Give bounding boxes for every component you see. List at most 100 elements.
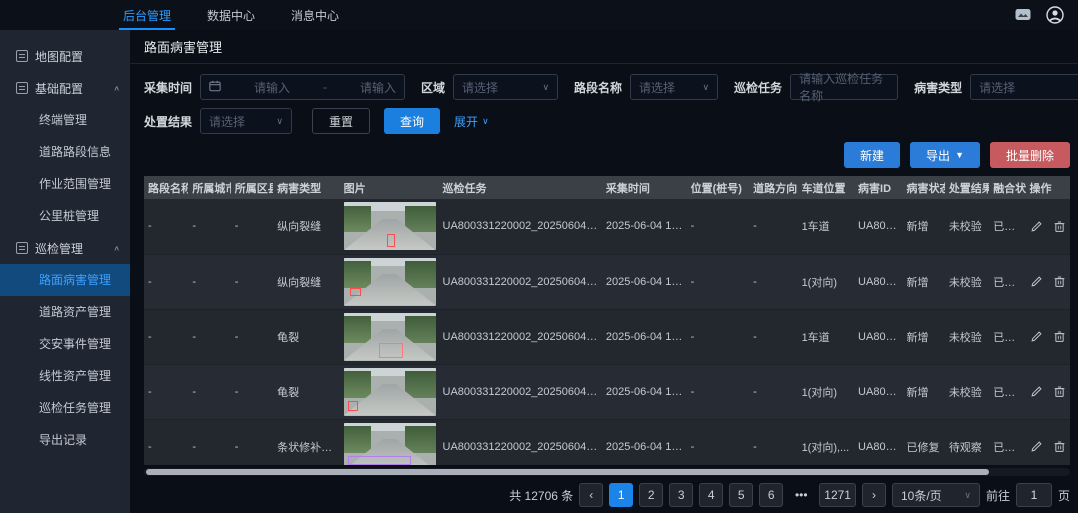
sidebar-subitem[interactable]: 公里桩管理 bbox=[0, 200, 130, 232]
delete-icon[interactable] bbox=[1053, 385, 1066, 398]
date-range-input[interactable]: 请输入-请输入 bbox=[200, 74, 405, 100]
edit-icon[interactable] bbox=[1030, 220, 1043, 233]
cell-result: 未校验 bbox=[945, 254, 989, 309]
page-button[interactable]: 1271 bbox=[819, 483, 856, 507]
delete-icon[interactable] bbox=[1053, 275, 1066, 288]
cell-fusion: 已融合 bbox=[989, 364, 1025, 419]
edit-icon[interactable] bbox=[1030, 385, 1043, 398]
divider bbox=[130, 63, 1078, 64]
page-button[interactable]: 6 bbox=[759, 483, 783, 507]
delete-icon[interactable] bbox=[1053, 440, 1066, 453]
search-button[interactable]: 查询 bbox=[384, 108, 440, 134]
page-button[interactable]: 2 bbox=[639, 483, 663, 507]
prev-page-button[interactable]: ‹ bbox=[579, 483, 603, 507]
page-title: 路面病害管理 bbox=[144, 36, 1070, 60]
page-button[interactable]: 4 bbox=[699, 483, 723, 507]
photo-treer bbox=[405, 206, 435, 232]
table-row[interactable]: ---纵向裂缝UA800331220002_202506041338520592… bbox=[144, 254, 1070, 309]
cell-type: 龟裂 bbox=[273, 309, 340, 364]
delete-icon[interactable] bbox=[1053, 330, 1066, 343]
monitor-icon[interactable] bbox=[1014, 7, 1032, 23]
next-page-button[interactable]: › bbox=[862, 483, 886, 507]
user-avatar-icon[interactable] bbox=[1046, 6, 1064, 24]
column-header: 路段名称 bbox=[144, 176, 188, 199]
table-actions: 新建 导出 ▼ 批量删除 bbox=[144, 142, 1070, 168]
sidebar-item[interactable]: 地图配置 bbox=[0, 40, 130, 72]
cell-result: 未校验 bbox=[945, 364, 989, 419]
cell-county: - bbox=[231, 199, 273, 254]
select-placeholder: 请选择 bbox=[979, 79, 1015, 96]
photo-treel bbox=[344, 316, 372, 342]
horizontal-scrollbar[interactable] bbox=[144, 468, 1070, 476]
cell-stake: - bbox=[687, 199, 750, 254]
topbar-tab[interactable]: 后台管理 bbox=[105, 0, 189, 30]
table-row[interactable]: ---纵向裂缝UA800331220002_202506041338520592… bbox=[144, 199, 1070, 254]
cell-lane: 1(对向),... bbox=[798, 419, 854, 465]
topbar-tab[interactable]: 数据中心 bbox=[189, 0, 273, 30]
sidebar-subitem[interactable]: 线性资产管理 bbox=[0, 360, 130, 392]
sidebar-subitem[interactable]: 终端管理 bbox=[0, 104, 130, 136]
edit-icon[interactable] bbox=[1030, 330, 1043, 343]
sidebar-subitem[interactable]: 道路路段信息 bbox=[0, 136, 130, 168]
cell-fusion: 已融合 bbox=[989, 199, 1025, 254]
table-row[interactable]: ---龟裂UA800331220002_20250604133852059202… bbox=[144, 364, 1070, 419]
sidebar-item[interactable]: 巡检管理∧ bbox=[0, 232, 130, 264]
chevron-down-icon: ▼ bbox=[955, 150, 964, 160]
create-button[interactable]: 新建 bbox=[844, 142, 900, 168]
road-photo-thumbnail[interactable] bbox=[344, 368, 436, 416]
cell-status: 新增 bbox=[902, 254, 944, 309]
date-start-placeholder: 请输入 bbox=[254, 79, 290, 96]
reset-button[interactable]: 重置 bbox=[312, 108, 370, 134]
road-photo-thumbnail[interactable] bbox=[344, 202, 436, 250]
edit-icon[interactable] bbox=[1030, 275, 1043, 288]
result-select[interactable]: 请选择 ∨ bbox=[200, 108, 292, 134]
sidebar-item-label: 巡检管理 bbox=[35, 240, 113, 257]
disease-table: 路段名称所属城市所属区县病害类型图片巡检任务采集时间位置(桩号)道路方向车道位置… bbox=[144, 176, 1070, 465]
expand-label: 展开 bbox=[454, 113, 478, 130]
disease-type-select[interactable]: 请选择∨ bbox=[970, 74, 1078, 100]
export-button[interactable]: 导出 ▼ bbox=[910, 142, 980, 168]
region-select[interactable]: 请选择∨ bbox=[453, 74, 558, 100]
batch-delete-button[interactable]: 批量删除 bbox=[990, 142, 1070, 168]
sidebar-subitem[interactable]: 交安事件管理 bbox=[0, 328, 130, 360]
detection-box bbox=[350, 288, 361, 296]
table-row[interactable]: ---条状修补(沥青)UA800331220002_20250604133852… bbox=[144, 419, 1070, 465]
sidebar-subitem[interactable]: 导出记录 bbox=[0, 424, 130, 456]
page-size-select[interactable]: 10条/页∨ bbox=[892, 483, 980, 507]
sidebar-subitem[interactable]: 路面病害管理 bbox=[0, 264, 130, 296]
road-photo-thumbnail[interactable] bbox=[344, 313, 436, 361]
inspection-icon bbox=[16, 242, 28, 254]
table-row[interactable]: ---龟裂UA800331220002_20250604133852059202… bbox=[144, 309, 1070, 364]
cell-county: - bbox=[231, 309, 273, 364]
sidebar-subitem[interactable]: 巡检任务管理 bbox=[0, 392, 130, 424]
expand-link[interactable]: 展开 ∨ bbox=[454, 113, 489, 130]
edit-icon[interactable] bbox=[1030, 440, 1043, 453]
sidebar-subitem[interactable]: 道路资产管理 bbox=[0, 296, 130, 328]
cell-road: - bbox=[144, 309, 188, 364]
filter-label: 病害类型 bbox=[914, 79, 962, 96]
delete-icon[interactable] bbox=[1053, 220, 1066, 233]
scrollbar-thumb[interactable] bbox=[146, 469, 989, 475]
cell-task: UA800331220002_20250604133852059 bbox=[439, 254, 602, 309]
cell-ops bbox=[1026, 364, 1071, 419]
sidebar-item[interactable]: 基础配置∧ bbox=[0, 72, 130, 104]
chevron-up-icon: ∧ bbox=[113, 244, 120, 253]
task-input[interactable]: 请输入巡检任务名称 bbox=[790, 74, 898, 100]
road-photo-thumbnail[interactable] bbox=[344, 258, 436, 306]
page-button[interactable]: 5 bbox=[729, 483, 753, 507]
cell-type: 龟裂 bbox=[273, 364, 340, 419]
goto-page-input[interactable] bbox=[1016, 483, 1052, 507]
topbar-tab[interactable]: 消息中心 bbox=[273, 0, 357, 30]
goto-suffix: 页 bbox=[1058, 487, 1070, 504]
sidebar-subitem[interactable]: 作业范围管理 bbox=[0, 168, 130, 200]
cell-fusion: 已融合 bbox=[989, 254, 1025, 309]
cell-direction: - bbox=[749, 419, 797, 465]
select-placeholder: 请选择 bbox=[639, 79, 675, 96]
road-photo-thumbnail[interactable] bbox=[344, 423, 436, 466]
row-operations bbox=[1030, 220, 1067, 233]
photo-treel bbox=[344, 371, 372, 397]
page-button[interactable]: 1 bbox=[609, 483, 633, 507]
road-name-select[interactable]: 请选择∨ bbox=[630, 74, 718, 100]
page-button[interactable]: 3 bbox=[669, 483, 693, 507]
calendar-icon bbox=[209, 80, 221, 95]
